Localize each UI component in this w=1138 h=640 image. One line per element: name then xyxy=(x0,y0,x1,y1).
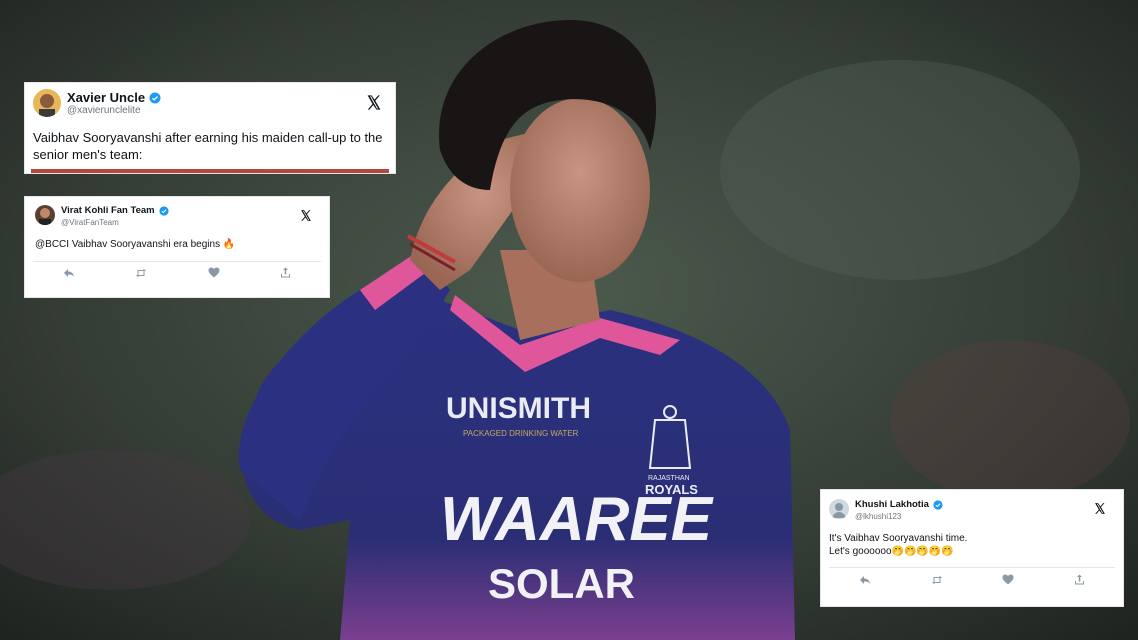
verified-badge-icon xyxy=(149,92,161,103)
share-icon[interactable] xyxy=(1074,574,1085,585)
tweet-text: @BCCI Vaibhav Sooryavanshi era begins 🔥 xyxy=(35,239,236,250)
avatar[interactable] xyxy=(829,499,849,519)
share-icon[interactable] xyxy=(280,267,291,278)
avatar[interactable] xyxy=(33,89,61,117)
jersey-brand-subtext: PACKAGED DRINKING WATER xyxy=(463,429,579,438)
reply-icon[interactable] xyxy=(859,575,871,585)
retweet-icon[interactable] xyxy=(135,268,147,278)
reply-icon[interactable] xyxy=(63,268,75,278)
embedded-media-preview xyxy=(31,169,389,173)
jersey-sponsor-text-2: SOLAR xyxy=(488,560,635,607)
like-icon[interactable] xyxy=(1002,574,1014,585)
tweet-card-khushi-lakhotia[interactable]: Khushi Lakhotia @lkhushi123 It's Vaibhav… xyxy=(820,489,1124,607)
author-name[interactable]: Xavier Uncle xyxy=(67,90,161,105)
avatar[interactable] xyxy=(35,205,55,225)
jersey-brand-text: UNISMITH xyxy=(446,392,591,425)
tweet-actions xyxy=(33,261,321,283)
x-logo-icon[interactable] xyxy=(299,209,313,222)
author-handle[interactable]: @xavierunclelite xyxy=(67,105,141,116)
tweet-text: Vaibhav Sooryavanshi after earning his m… xyxy=(33,130,383,162)
tweet-text: It's Vaibhav Sooryavanshi time. Let's go… xyxy=(829,533,968,557)
x-logo-icon[interactable] xyxy=(1093,502,1107,515)
x-logo-icon[interactable] xyxy=(365,94,383,111)
author-name-text: Khushi Lakhotia xyxy=(855,499,929,510)
author-handle[interactable]: @lkhushi123 xyxy=(855,512,901,521)
verified-badge-icon xyxy=(933,499,943,510)
verified-badge-icon xyxy=(159,205,169,216)
author-name-text: Virat Kohli Fan Team xyxy=(61,205,155,216)
author-name[interactable]: Khushi Lakhotia xyxy=(855,499,943,510)
author-name[interactable]: Virat Kohli Fan Team xyxy=(61,205,169,216)
tweet-card-xavier-uncle[interactable]: Xavier Uncle @xavierunclelite Vaibhav So… xyxy=(24,82,396,174)
crest-text-1: RAJASTHAN xyxy=(648,475,690,482)
like-icon[interactable] xyxy=(208,267,220,278)
crest-text-2: ROYALS xyxy=(645,482,698,497)
tweet-actions xyxy=(829,567,1115,591)
author-handle[interactable]: @ViratFanTeam xyxy=(61,218,119,227)
author-name-text: Xavier Uncle xyxy=(67,90,146,105)
retweet-icon[interactable] xyxy=(931,575,943,585)
tweet-card-virat-fan-team[interactable]: Virat Kohli Fan Team @ViratFanTeam @BCCI… xyxy=(24,196,330,298)
